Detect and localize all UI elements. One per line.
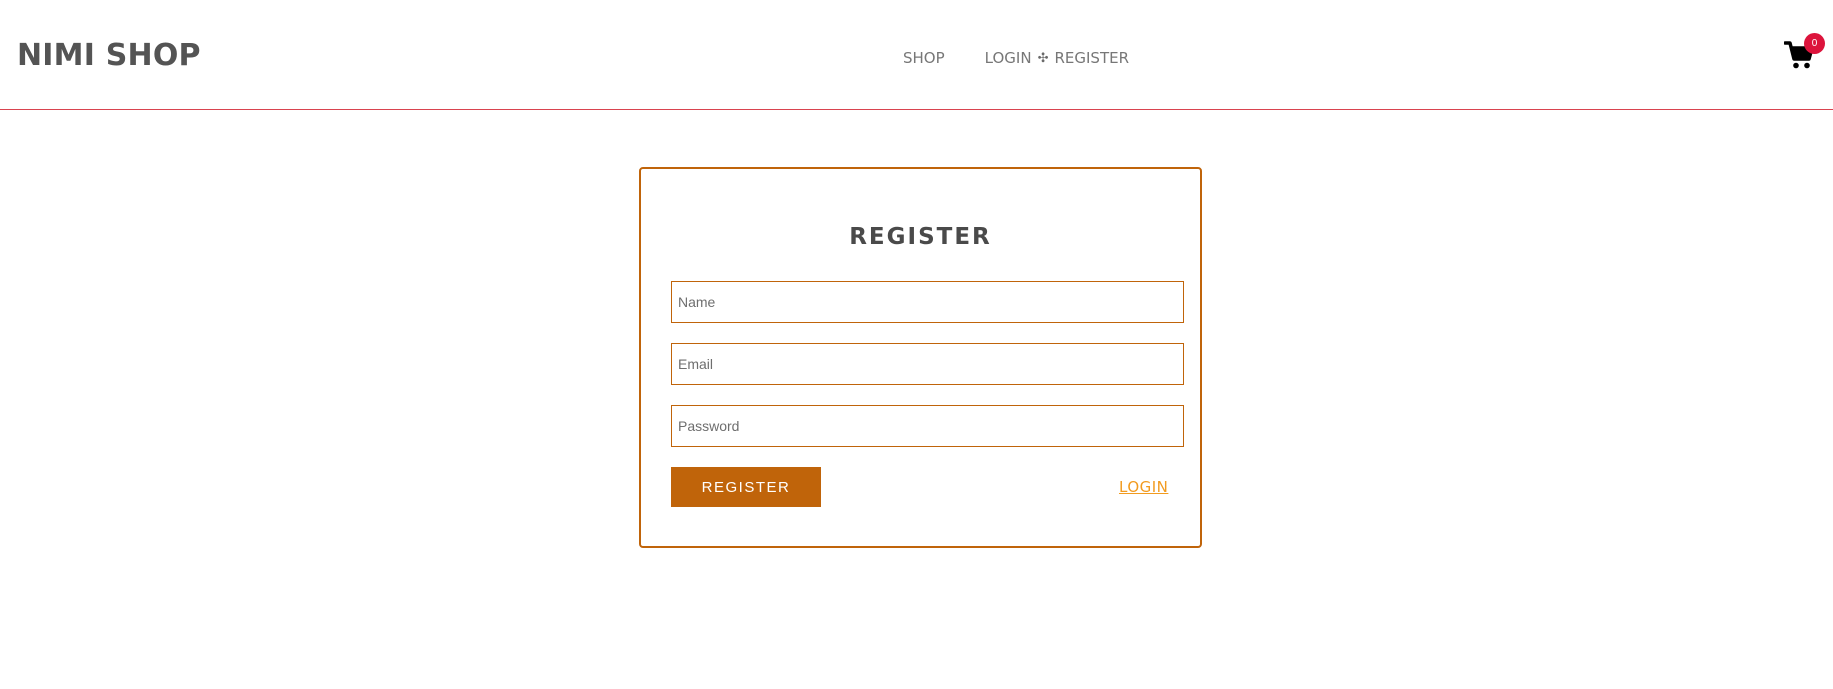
nav-register-link[interactable]: REGISTER [1054, 49, 1129, 67]
register-card: REGISTER REGISTER LOGIN [639, 167, 1202, 548]
nav-login-link[interactable]: LOGIN [985, 49, 1032, 67]
register-button[interactable]: REGISTER [671, 467, 821, 507]
cart-count-badge: 0 [1804, 33, 1825, 54]
email-input[interactable] [671, 343, 1184, 385]
login-link[interactable]: LOGIN [1119, 478, 1168, 496]
password-input[interactable] [671, 405, 1184, 447]
cart-button[interactable]: 0 [1784, 33, 1825, 72]
register-title: REGISTER [849, 224, 992, 250]
site-logo[interactable]: NIMI SHOP [17, 38, 201, 73]
nav-separator-icon: ✣ [1037, 50, 1049, 66]
nav-shop-link[interactable]: SHOP [903, 49, 945, 67]
main-nav: SHOP LOGIN ✣ REGISTER [903, 49, 1129, 67]
site-header: NIMI SHOP SHOP LOGIN ✣ REGISTER 0 [0, 0, 1833, 110]
name-input[interactable] [671, 281, 1184, 323]
